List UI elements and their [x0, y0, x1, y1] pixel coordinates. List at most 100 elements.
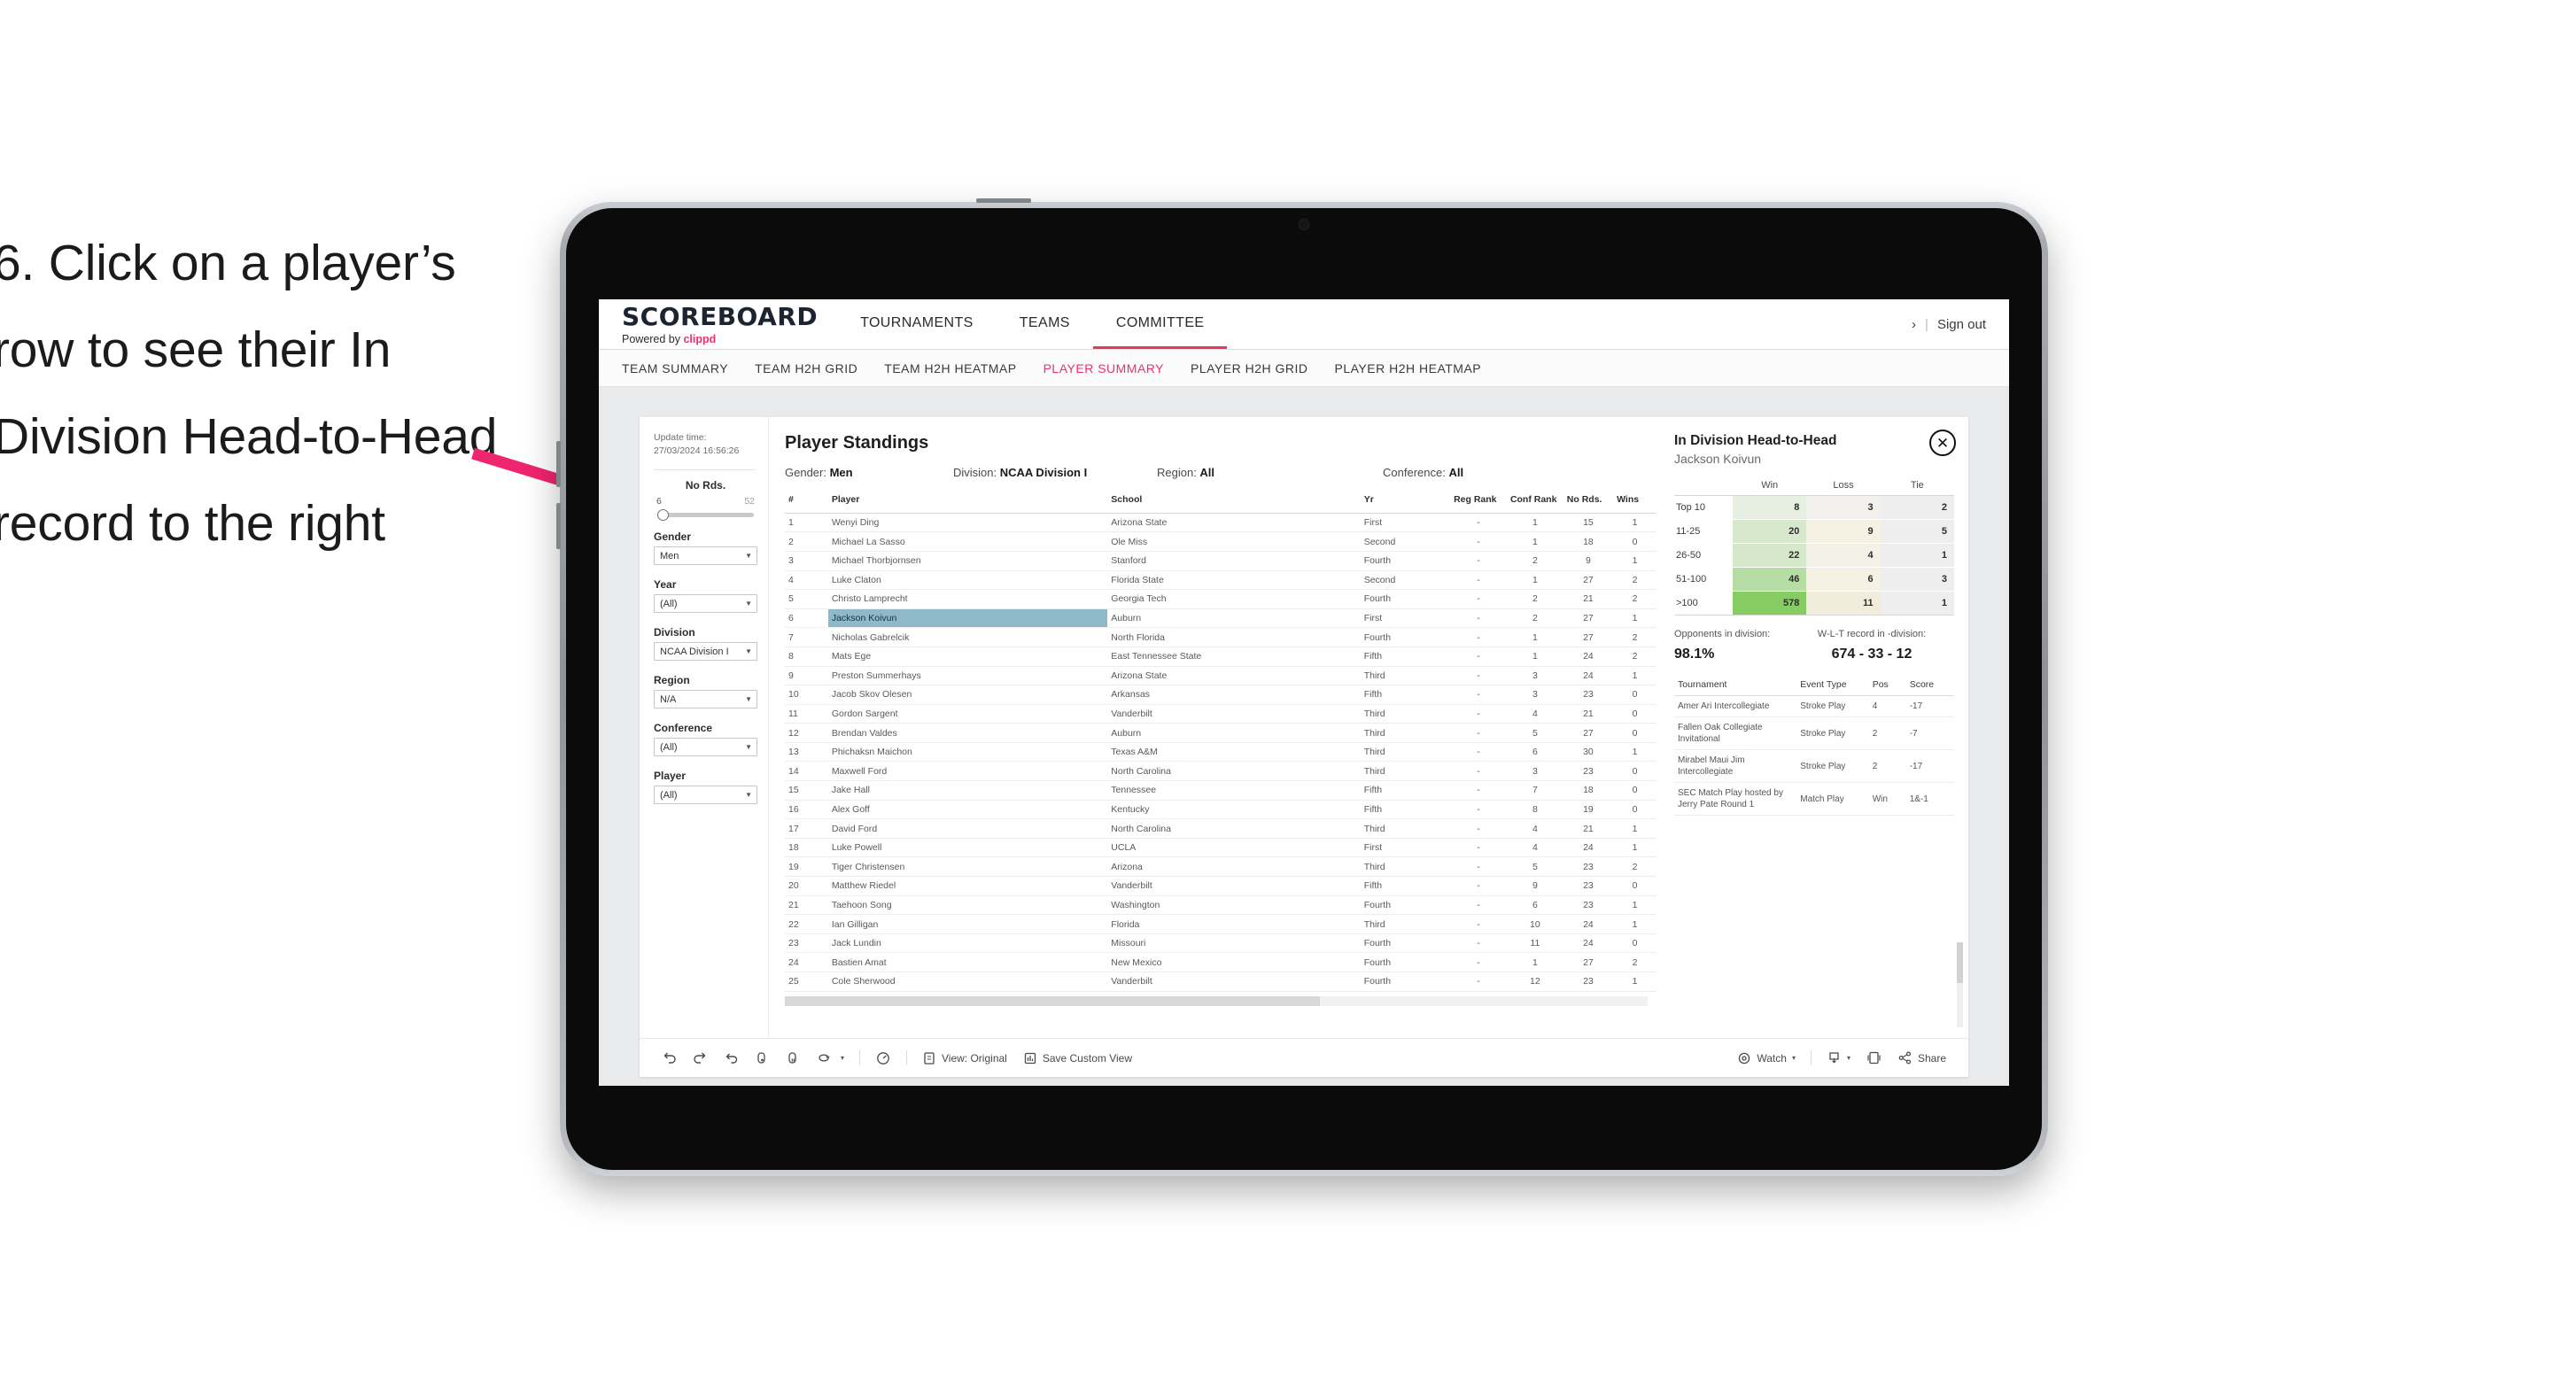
chevron-down-icon: ▼ — [745, 743, 752, 752]
nav-tab-tournaments[interactable]: TOURNAMENTS — [837, 299, 997, 349]
col-player[interactable]: Player — [827, 491, 1108, 514]
volume-up-button[interactable] — [556, 441, 561, 487]
save-custom-view-button[interactable]: Save Custom View — [1015, 1051, 1140, 1065]
cell-no-rds: 27 — [1563, 952, 1614, 972]
table-row[interactable]: 22 Ian Gilligan Florida Third -10 24 1 — [785, 914, 1657, 934]
table-row[interactable]: 15 Jake Hall Tennessee Fifth -7 18 0 — [785, 780, 1657, 801]
h2h-vertical-scrollbar[interactable] — [1957, 942, 1963, 1027]
subtab-player-summary[interactable]: PLAYER SUMMARY — [1044, 361, 1164, 376]
h2h-bucket-label: 26-50 — [1674, 543, 1733, 568]
table-row[interactable]: 4 Luke Claton Florida State Second -1 27 2 — [785, 570, 1657, 591]
h2h-scrollbar-thumb[interactable] — [1957, 942, 1963, 984]
power-button[interactable] — [976, 198, 1031, 203]
view-original-button[interactable]: View: Original — [914, 1051, 1015, 1065]
cell-conf-rank: 11 — [1506, 933, 1563, 954]
close-icon[interactable]: ✕ — [1929, 430, 1956, 456]
table-row[interactable]: 3 Michael Thorbjornsen Stanford Fourth -2 9 1 — [785, 551, 1657, 571]
brand-logo[interactable]: SCOREBOARD Powered by clippd — [599, 299, 837, 349]
table-row[interactable]: 24 Bastien Amat New Mexico Fourth -1 27 2 — [785, 952, 1657, 972]
refresh-button[interactable] — [747, 1050, 778, 1065]
chevron-right-icon[interactable]: › — [1912, 317, 1916, 332]
col-yr[interactable]: Yr — [1360, 491, 1451, 514]
cell-reg-rank: - — [1450, 914, 1507, 934]
cell-tournament-name: Mirabel Maui Jim Intercollegiate — [1674, 749, 1797, 783]
cell-rank: 19 — [785, 856, 828, 878]
nav-tab-teams[interactable]: TEAMS — [997, 299, 1093, 349]
table-row[interactable]: 18 Luke Powell UCLA First -4 24 1 — [785, 838, 1657, 858]
filter-division-select[interactable]: NCAA Division I ▼ — [654, 642, 757, 662]
col-rank[interactable]: # — [785, 491, 828, 514]
device-layout-button[interactable] — [1858, 1050, 1889, 1065]
cell-player: Phichaksn Maichon — [827, 742, 1108, 763]
revert-button[interactable] — [716, 1050, 747, 1065]
cell-reg-rank: - — [1450, 972, 1507, 992]
tournament-row[interactable]: Mirabel Maui Jim Intercollegiate Stroke P… — [1674, 749, 1954, 783]
table-row[interactable]: 9 Preston Summerhays Arizona State Third -3 2… — [785, 666, 1657, 686]
pause-button[interactable] — [778, 1050, 809, 1065]
filter-year-select[interactable]: (All) ▼ — [654, 594, 757, 614]
nav-tab-committee[interactable]: COMMITTEE — [1092, 299, 1228, 349]
filter-division-label: Division — [654, 626, 695, 639]
no-rds-slider-handle[interactable] — [657, 509, 669, 522]
table-row[interactable]: 19 Tiger Christensen Arizona Third -5 23 2 — [785, 856, 1657, 878]
redo-button[interactable] — [685, 1050, 716, 1065]
filter-conference-select[interactable]: (All) ▼ — [654, 738, 757, 757]
sign-out-link[interactable]: Sign out — [1937, 317, 1986, 332]
volume-down-button[interactable] — [556, 503, 561, 549]
table-row[interactable]: 2 Michael La Sasso Ole Miss Second -1 18 0 — [785, 531, 1657, 552]
subtab-team-summary[interactable]: TEAM SUMMARY — [622, 361, 728, 376]
table-row[interactable]: 21 Taehoon Song Washington Fourth -6 23 1 — [785, 895, 1657, 916]
share-button[interactable]: Share — [1889, 1050, 1954, 1065]
cell-reg-rank: - — [1450, 952, 1507, 972]
table-row[interactable]: 16 Alex Goff Kentucky Fifth -8 19 0 — [785, 800, 1657, 820]
cell-reg-rank: - — [1450, 589, 1507, 609]
cell-rank: 1 — [785, 513, 828, 533]
subtab-team-h2h-heatmap[interactable]: TEAM H2H HEATMAP — [884, 361, 1016, 376]
filter-player-select[interactable]: (All) ▼ — [654, 786, 757, 805]
table-row[interactable]: 20 Matthew Riedel Vanderbilt Fifth -9 23 0 — [785, 876, 1657, 896]
watch-button[interactable]: Watch ▾ — [1729, 1051, 1804, 1065]
table-row[interactable]: 12 Brendan Valdes Auburn Third -5 27 0 — [785, 723, 1657, 743]
horizontal-scrollbar[interactable] — [785, 995, 1648, 1006]
table-row[interactable]: 13 Phichaksn Maichon Texas A&M Third -6 30 1 — [785, 742, 1657, 763]
scrollbar-thumb[interactable] — [785, 995, 1320, 1006]
cell-rank: 8 — [785, 647, 828, 667]
col-school[interactable]: School — [1107, 491, 1361, 514]
cell-rank: 23 — [785, 933, 828, 954]
tournament-row[interactable]: Fallen Oak Collegiate Invitational Stroke… — [1674, 716, 1954, 750]
h2h-cell-loss: 4 — [1806, 543, 1881, 568]
pause-updates-button[interactable] — [867, 1050, 899, 1066]
cell-player: Michael Thorbjornsen — [827, 551, 1108, 571]
download-button[interactable]: ▾ — [1819, 1050, 1858, 1065]
table-row[interactable]: 7 Nicholas Gabrelcik North Florida Fourth -1… — [785, 627, 1657, 647]
undo-button[interactable] — [654, 1050, 685, 1065]
subtab-player-h2h-grid[interactable]: PLAYER H2H GRID — [1191, 361, 1308, 376]
no-rds-slider-track[interactable] — [657, 509, 754, 522]
col-no-rds[interactable]: No Rds. — [1563, 491, 1614, 514]
highlight-button[interactable]: ▾ — [809, 1050, 852, 1065]
filter-region-select[interactable]: N/A ▼ — [654, 690, 757, 709]
table-row[interactable]: 14 Maxwell Ford North Carolina Third -3 23 0 — [785, 761, 1657, 782]
table-row[interactable]: 8 Mats Ege East Tennessee State Fifth -1 24 2 — [785, 647, 1657, 667]
subtab-team-h2h-grid[interactable]: TEAM H2H GRID — [755, 361, 857, 376]
table-row[interactable]: 5 Christo Lamprecht Georgia Tech Fourth -2 21… — [785, 589, 1657, 609]
table-row[interactable]: 6 Jackson Koivun Auburn First -2 27 1 — [785, 608, 1657, 629]
cell-pos: Win — [1868, 782, 1906, 816]
col-wins[interactable]: Wins — [1613, 491, 1657, 514]
subtab-player-h2h-heatmap[interactable]: PLAYER H2H HEATMAP — [1335, 361, 1482, 376]
table-row[interactable]: 25 Cole Sherwood Vanderbilt Fourth -12 23 1 — [785, 972, 1657, 992]
table-row[interactable]: 10 Jacob Skov Olesen Arkansas Fifth -3 23 0 — [785, 685, 1657, 705]
cell-no-rds: 23 — [1563, 856, 1614, 878]
table-row[interactable]: 23 Jack Lundin Missouri Fourth -11 24 0 — [785, 933, 1657, 954]
tournament-body: Amer Ari Intercollegiate Stroke Play 4 -17 F… — [1674, 695, 1954, 816]
table-row[interactable]: 17 David Ford North Carolina Third -4 21 1 — [785, 818, 1657, 839]
table-row[interactable]: 11 Gordon Sargent Vanderbilt Third -4 21 0 — [785, 704, 1657, 724]
cell-reg-rank: - — [1450, 647, 1507, 667]
tournament-row[interactable]: SEC Match Play hosted by Jerry Pate Roun… — [1674, 782, 1954, 816]
tournament-row[interactable]: Amer Ari Intercollegiate Stroke Play 4 -17 — [1674, 695, 1954, 717]
filter-gender-select[interactable]: Men ▼ — [654, 546, 757, 566]
table-row[interactable]: 1 Wenyi Ding Arizona State First -1 15 1 — [785, 513, 1657, 533]
col-conf-rank[interactable]: Conf Rank — [1506, 491, 1563, 514]
col-reg-rank[interactable]: Reg Rank — [1450, 491, 1507, 514]
stat-opponents: Opponents in division: 98.1% — [1674, 629, 1809, 662]
